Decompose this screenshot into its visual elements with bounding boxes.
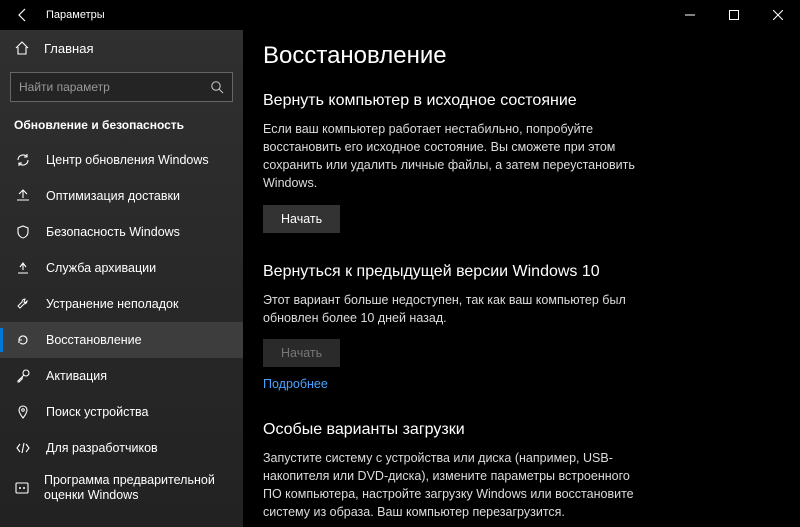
search-icon (210, 80, 224, 94)
delivery-icon (14, 187, 32, 205)
sidebar-item-delivery-optimization[interactable]: Оптимизация доставки (0, 178, 243, 214)
close-button[interactable] (756, 0, 800, 30)
wrench-icon (14, 295, 32, 313)
goback-start-button: Начать (263, 339, 340, 367)
sidebar-item-label: Для разработчиков (46, 441, 158, 456)
sidebar-item-activation[interactable]: Активация (0, 358, 243, 394)
section-reset-body: Если ваш компьютер работает нестабильно,… (263, 120, 643, 193)
sidebar-item-backup[interactable]: Служба архивации (0, 250, 243, 286)
sidebar-item-windows-security[interactable]: Безопасность Windows (0, 214, 243, 250)
sidebar-item-label: Оптимизация доставки (46, 189, 180, 204)
sidebar-item-label: Программа предварительной оценки Windows (44, 473, 243, 503)
recovery-icon (14, 331, 32, 349)
insider-icon (14, 479, 30, 497)
sidebar-item-windows-update[interactable]: Центр обновления Windows (0, 142, 243, 178)
section-reset: Вернуть компьютер в исходное состояние Е… (263, 92, 770, 233)
location-icon (14, 403, 32, 421)
sidebar-item-label: Служба архивации (46, 261, 156, 276)
maximize-button[interactable] (712, 0, 756, 30)
section-advanced: Особые варианты загрузки Запустите систе… (263, 421, 770, 527)
window-title: Параметры (46, 9, 105, 21)
sidebar-item-label: Восстановление (46, 333, 142, 348)
minimize-button[interactable] (668, 0, 712, 30)
search-input[interactable] (19, 80, 210, 94)
home-icon (14, 40, 30, 56)
sidebar-item-label: Устранение неполадок (46, 297, 178, 312)
code-icon (14, 439, 32, 457)
sidebar-item-find-device[interactable]: Поиск устройства (0, 394, 243, 430)
section-reset-title: Вернуть компьютер в исходное состояние (263, 92, 770, 110)
content-area: Восстановление Вернуть компьютер в исход… (243, 30, 800, 527)
section-goback-title: Вернуться к предыдущей версии Windows 10 (263, 263, 770, 281)
sidebar: Главная Обновление и безопасность Центр … (0, 30, 243, 527)
sidebar-item-recovery[interactable]: Восстановление (0, 322, 243, 358)
section-goback: Вернуться к предыдущей версии Windows 10… (263, 263, 770, 391)
sidebar-item-insider[interactable]: Программа предварительной оценки Windows (0, 466, 243, 510)
backup-icon (14, 259, 32, 277)
shield-icon (14, 223, 32, 241)
learn-more-link[interactable]: Подробнее (263, 377, 328, 391)
sync-icon (14, 151, 32, 169)
home-label: Главная (44, 41, 93, 56)
reset-start-button[interactable]: Начать (263, 205, 340, 233)
back-button[interactable] (8, 0, 38, 30)
section-advanced-body: Запустите систему с устройства или диска… (263, 449, 643, 522)
section-advanced-title: Особые варианты загрузки (263, 421, 770, 439)
sidebar-item-label: Активация (46, 369, 107, 384)
titlebar: Параметры (0, 0, 800, 30)
sidebar-item-developers[interactable]: Для разработчиков (0, 430, 243, 466)
sidebar-item-label: Поиск устройства (46, 405, 149, 420)
key-icon (14, 367, 32, 385)
window-controls (668, 0, 800, 30)
sidebar-item-label: Безопасность Windows (46, 225, 180, 240)
sidebar-item-troubleshoot[interactable]: Устранение неполадок (0, 286, 243, 322)
search-box[interactable] (10, 72, 233, 102)
sidebar-item-label: Центр обновления Windows (46, 153, 209, 168)
home-link[interactable]: Главная (0, 30, 243, 66)
section-goback-body: Этот вариант больше недоступен, так как … (263, 291, 643, 327)
page-title: Восстановление (263, 42, 770, 70)
category-header: Обновление и безопасность (0, 112, 243, 142)
search-wrap (0, 66, 243, 112)
